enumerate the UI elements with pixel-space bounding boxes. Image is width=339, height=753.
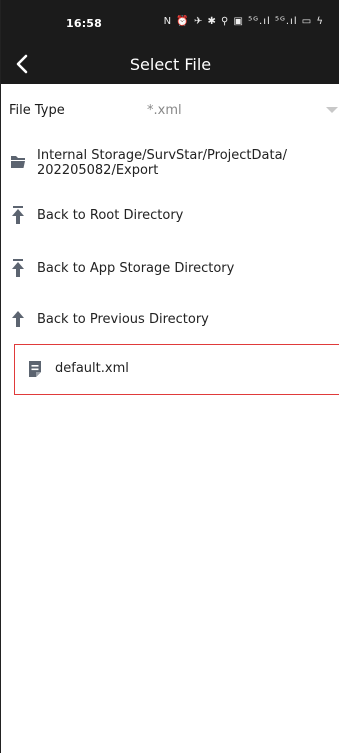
document-icon	[29, 361, 41, 377]
status-icons: N ⏰ ✈ ✱ ⚲ ▣ ⁵ᴳ.ıl ⁵ᴳ.ıl ▭ ϟ	[163, 16, 324, 27]
status-bar: 16:58 N ⏰ ✈ ✱ ⚲ ▣ ⁵ᴳ.ıl ⁵ᴳ.ıl ▭ ϟ	[1, 0, 339, 46]
back-to-previous-item[interactable]: Back to Previous Directory	[1, 294, 339, 344]
back-to-app-storage-label: Back to App Storage Directory	[37, 261, 235, 276]
current-path-text: Internal Storage/SurvStar/ProjectData/ 2…	[37, 148, 287, 178]
file-type-label: File Type	[9, 103, 65, 118]
file-type-selector[interactable]: File Type *.xml	[1, 84, 339, 136]
empty-list-area	[1, 395, 339, 753]
back-to-root-item[interactable]: Back to Root Directory	[1, 188, 339, 242]
back-to-previous-label: Back to Previous Directory	[37, 312, 209, 327]
dropdown-arrow-icon[interactable]	[326, 107, 338, 113]
back-to-app-storage-item[interactable]: Back to App Storage Directory	[1, 242, 339, 294]
file-list-item[interactable]: default.xml	[14, 344, 339, 395]
status-time: 16:58	[66, 17, 103, 30]
back-to-root-label: Back to Root Directory	[37, 208, 184, 223]
file-type-value[interactable]: *.xml	[147, 103, 182, 118]
current-path-row: Internal Storage/SurvStar/ProjectData/ 2…	[1, 136, 339, 188]
page-title: Select File	[129, 55, 212, 74]
arrow-up-to-top-icon	[12, 259, 24, 277]
file-name: default.xml	[55, 361, 129, 376]
arrow-up-icon	[12, 311, 24, 327]
folder-icon	[11, 156, 25, 168]
screen-frame: 16:58 N ⏰ ✈ ✱ ⚲ ▣ ⁵ᴳ.ıl ⁵ᴳ.ıl ▭ ϟ Select…	[0, 0, 339, 753]
arrow-up-to-top-icon	[12, 206, 24, 224]
app-bar: Select File	[1, 46, 339, 84]
